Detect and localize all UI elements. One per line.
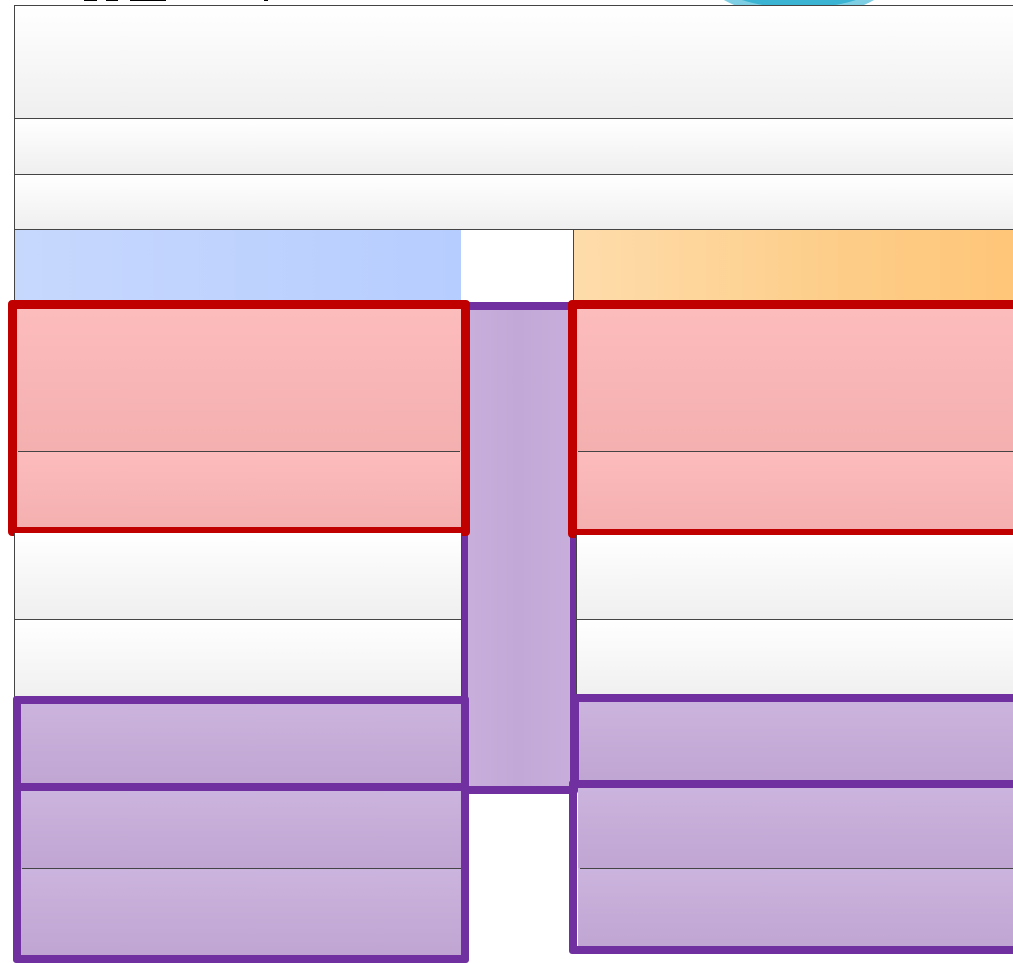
right-plain-row-1 [576, 535, 1013, 620]
left-plain-row-2 [14, 619, 462, 703]
left-purple-frame-2 [13, 783, 469, 963]
middle-connector-frame [460, 302, 578, 794]
left-red-frame [8, 300, 470, 536]
top-row-3 [14, 174, 1013, 230]
top-row-1 [14, 5, 1013, 119]
right-red-frame [568, 300, 1013, 538]
right-purple-frame-2 [569, 780, 1013, 954]
left-plain-row-1 [14, 533, 462, 620]
right-purple-frame-1 [571, 694, 1013, 788]
right-column-header [573, 229, 1013, 309]
left-column-header [14, 229, 462, 309]
right-plain-row-2 [576, 619, 1013, 699]
left-purple-frame-1 [13, 696, 469, 792]
top-row-2 [14, 118, 1013, 175]
middle-header-gap [461, 229, 574, 309]
